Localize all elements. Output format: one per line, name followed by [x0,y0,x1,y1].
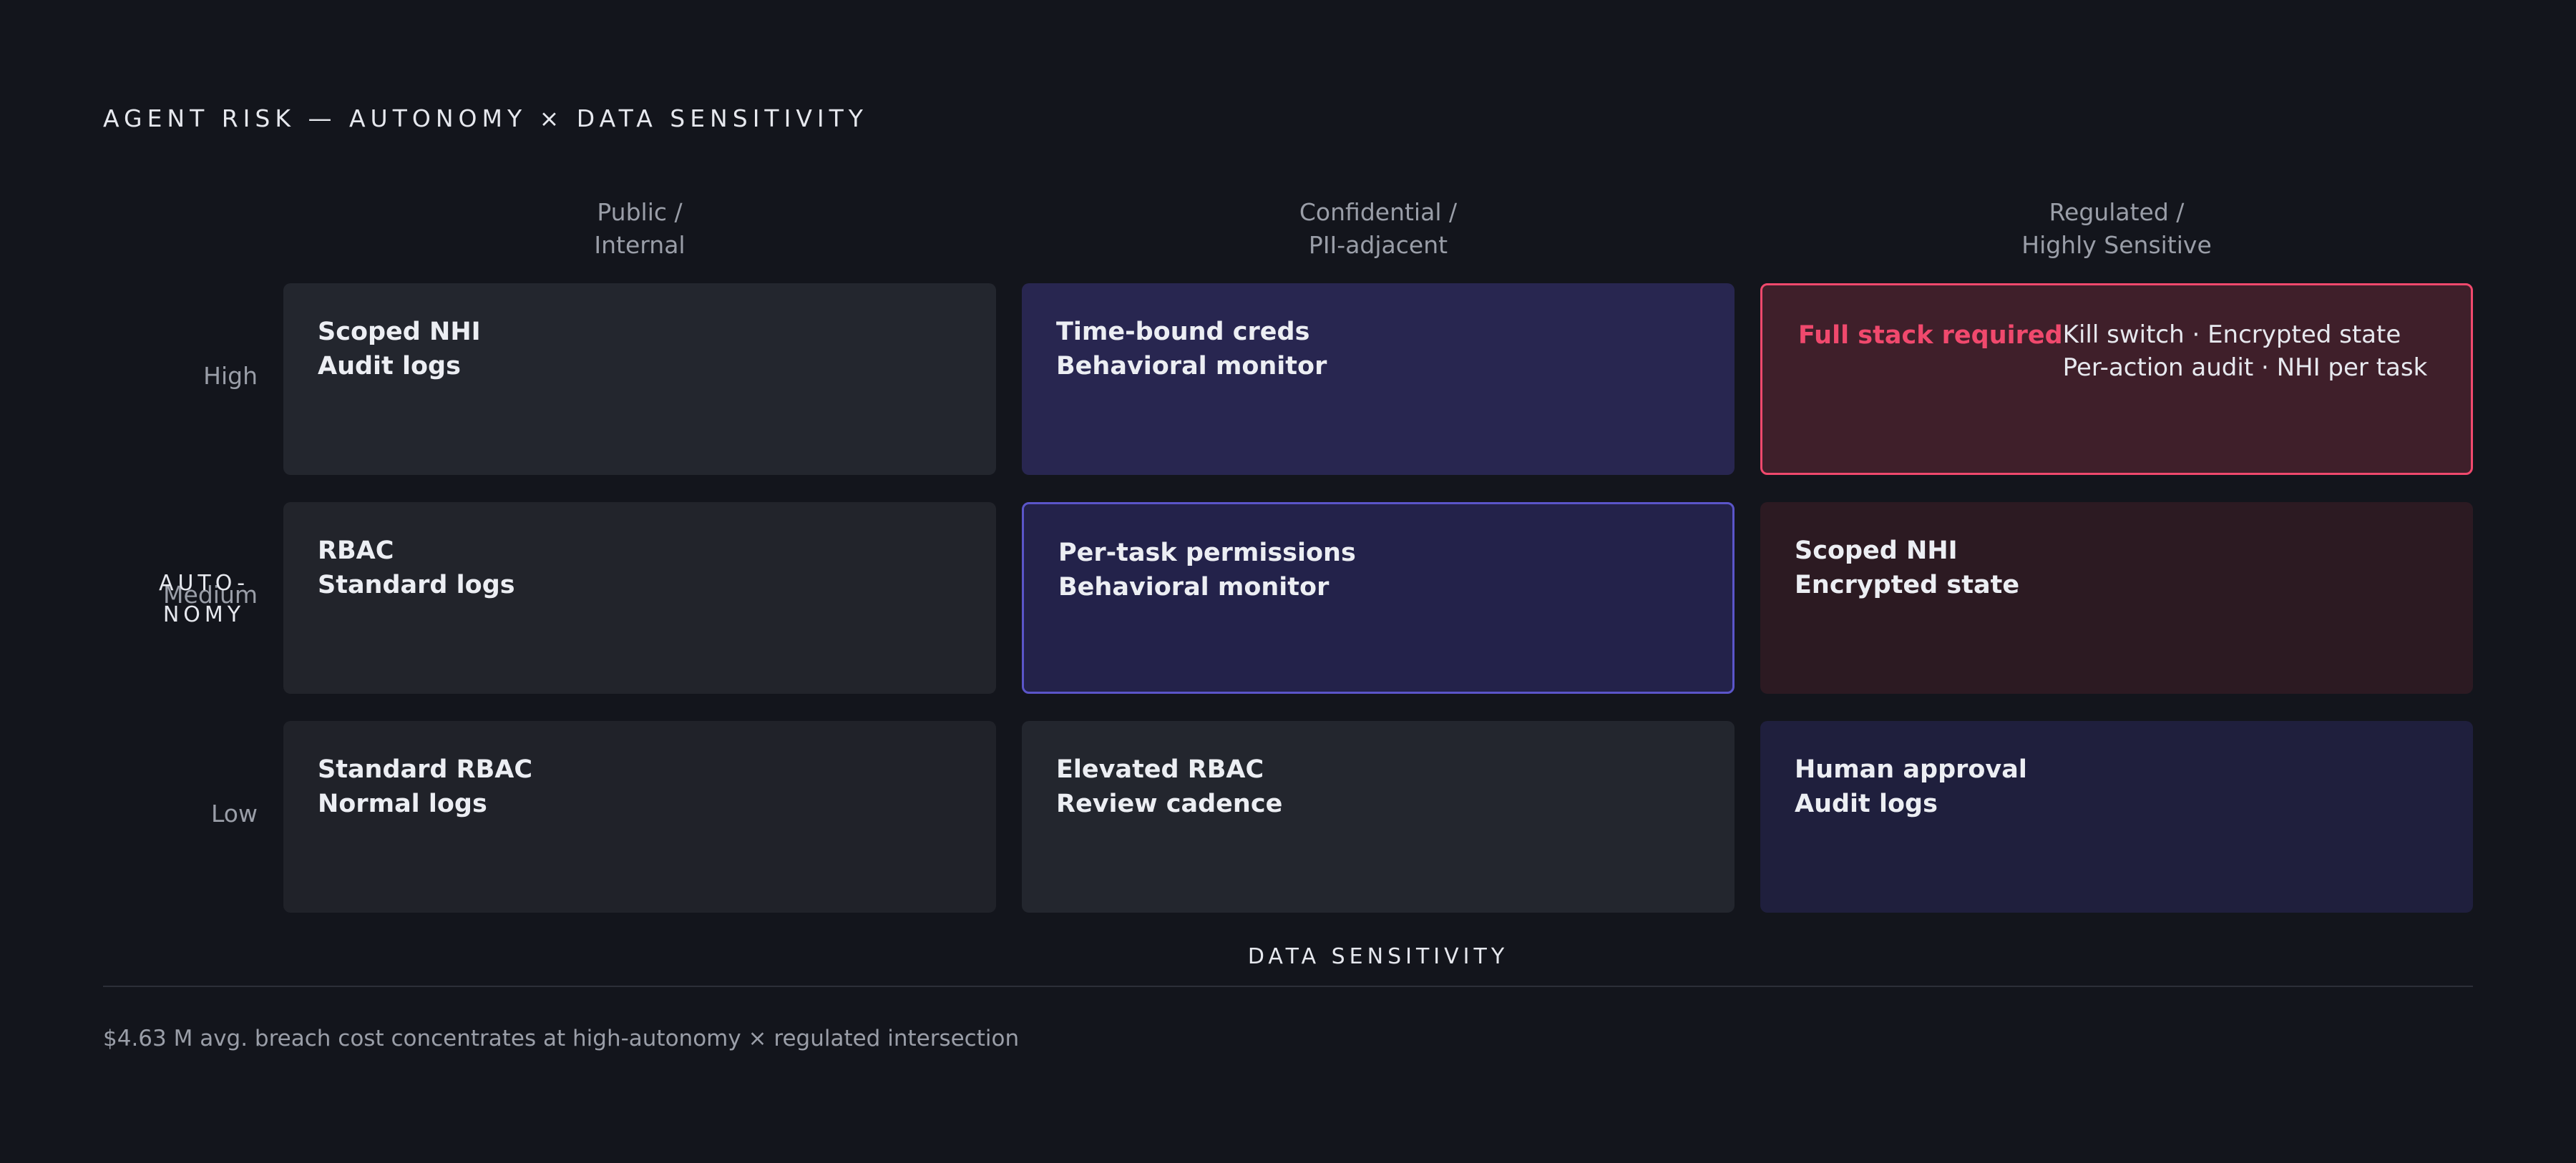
cell-medium-public: RBAC Standard logs [283,502,996,694]
cell-low-public: Standard RBAC Normal logs [283,721,996,913]
cell-high-confidential: Time-bound creds Behavioral monitor [1022,283,1735,475]
cell-line: Normal logs [318,790,487,818]
footnote: $4.63 M avg. breach cost concentrates at… [103,1026,1020,1051]
cell-line: Time-bound creds [1056,318,1310,346]
column-header-public: Public / Internal [283,196,996,262]
cell-line: Behavioral monitor [1056,352,1327,381]
cell-line: Scoped NHI [318,318,481,346]
cell-detail-line: Per-action audit · NHI per task [2062,353,2428,382]
row-label-low: Low [211,800,258,828]
column-header-line: Public / [597,198,683,226]
column-header-line: Regulated / [2049,198,2185,226]
cell-detail: Kill switch · Encrypted state Per-action… [2063,318,2428,384]
cell-line: Standard logs [318,571,515,599]
cell-medium-confidential: Per-task permissions Behavioral monitor [1022,502,1735,694]
cell-low-confidential: Elevated RBAC Review cadence [1022,721,1735,913]
cell-line: Scoped NHI [1795,536,1958,565]
cell-line: Human approval [1795,755,2027,784]
column-header-line: Confidential / [1299,198,1458,226]
cell-high-regulated: Full stack required Kill switch · Encryp… [1760,283,2473,475]
y-axis-title-line: NOMY [162,602,245,627]
column-header-regulated: Regulated / Highly Sensitive [1760,196,2473,262]
cell-line: Audit logs [318,352,461,381]
cell-line: Behavioral monitor [1058,573,1330,602]
x-axis-title: DATA SENSITIVITY [1247,944,1509,969]
column-header-line: PII-adjacent [1308,231,1448,259]
y-axis-title: AUTO- NOMY [143,568,265,631]
column-header-line: Internal [594,231,686,259]
divider [103,986,2473,987]
cell-line: Per-task permissions [1058,539,1356,567]
cell-line: RBAC [318,536,394,565]
cell-line: Audit logs [1795,790,1938,818]
cell-line: Elevated RBAC [1056,755,1264,784]
y-axis-title-line: AUTO- [158,571,250,596]
cell-headline: Full stack required [1798,321,2063,350]
page-title: AGENT RISK — AUTONOMY × DATA SENSITIVITY [103,104,868,132]
column-header-line: Highly Sensitive [2021,231,2212,259]
column-header-confidential: Confidential / PII-adjacent [1022,196,1735,262]
cell-medium-regulated: Scoped NHI Encrypted state [1760,502,2473,694]
cell-detail-line: Kill switch · Encrypted state [2062,320,2401,349]
cell-line: Review cadence [1056,790,1283,818]
cell-line: Encrypted state [1795,571,2020,599]
cell-line: Standard RBAC [318,755,533,784]
cell-low-regulated: Human approval Audit logs [1760,721,2473,913]
row-label-high: High [203,362,258,390]
cell-high-public: Scoped NHI Audit logs [283,283,996,475]
